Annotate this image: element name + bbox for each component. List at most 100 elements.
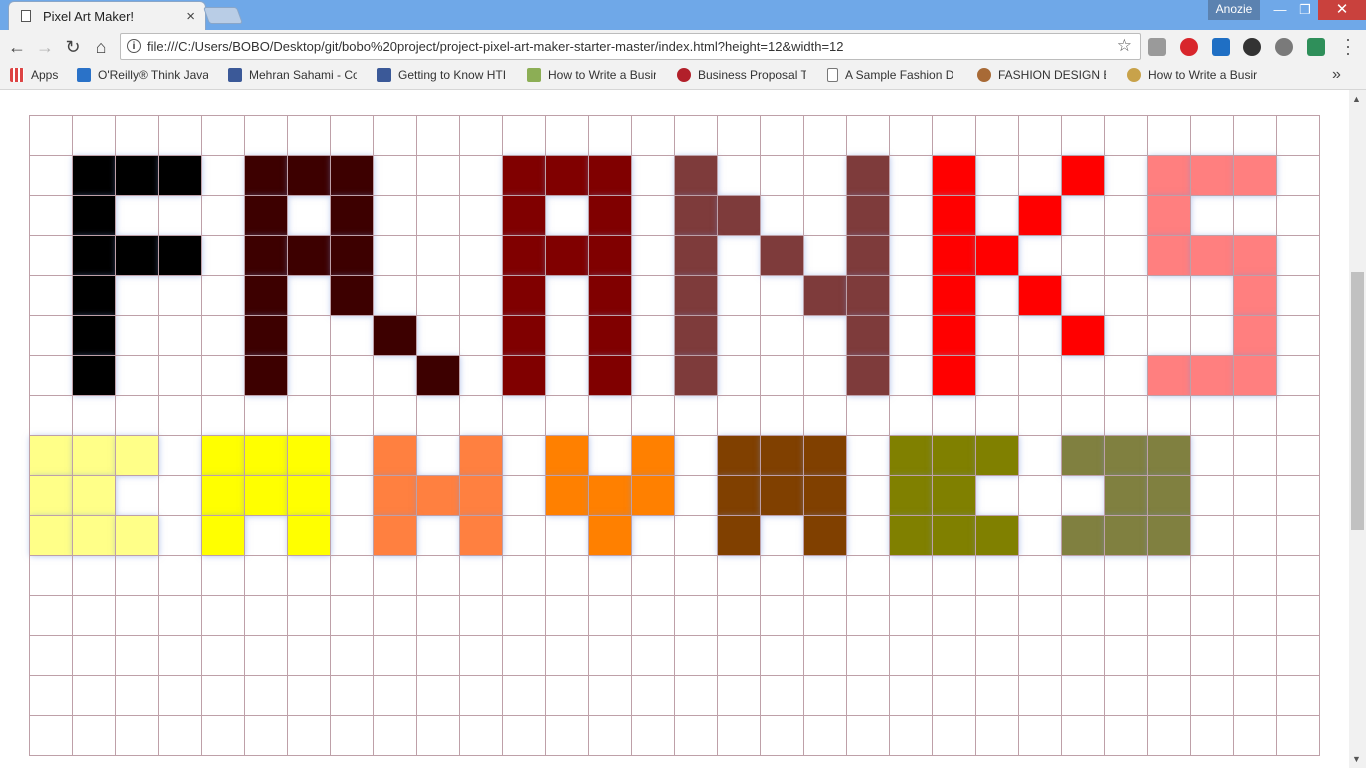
pixel-cell[interactable] — [674, 195, 718, 236]
pixel-cell[interactable] — [1276, 155, 1320, 196]
pixel-cell[interactable] — [975, 675, 1019, 716]
pixel-cell[interactable] — [244, 155, 288, 196]
pixel-cell[interactable] — [1233, 115, 1277, 156]
pixel-cell[interactable] — [1104, 275, 1148, 316]
pixel-cell[interactable] — [674, 675, 718, 716]
pixel-cell[interactable] — [459, 275, 503, 316]
pixel-cell[interactable] — [1147, 435, 1191, 476]
pixel-cell[interactable] — [846, 635, 890, 676]
pixel-cell[interactable] — [201, 595, 245, 636]
pixel-cell[interactable] — [287, 155, 331, 196]
pixel-cell[interactable] — [846, 395, 890, 436]
pixel-cell[interactable] — [330, 235, 374, 276]
pixel-cell[interactable] — [1190, 635, 1234, 676]
pixel-cell[interactable] — [416, 475, 460, 516]
pixel-cell[interactable] — [1276, 195, 1320, 236]
pixel-cell[interactable] — [975, 395, 1019, 436]
pixel-cell[interactable] — [1104, 115, 1148, 156]
pixel-cell[interactable] — [72, 355, 116, 396]
pixel-cell[interactable] — [1104, 555, 1148, 596]
tab-pixel-art-maker[interactable]: Pixel Art Maker! × — [8, 1, 206, 30]
pixel-cell[interactable] — [244, 435, 288, 476]
forward-button[interactable]: → — [33, 35, 57, 59]
pixel-cell[interactable] — [717, 635, 761, 676]
pixel-cell[interactable] — [459, 235, 503, 276]
zoom-extension-icon[interactable] — [1243, 38, 1261, 56]
pixel-cell[interactable] — [1233, 515, 1277, 556]
pixel-cell[interactable] — [1190, 435, 1234, 476]
pixel-cell[interactable] — [760, 155, 804, 196]
home-button[interactable]: ⌂ — [89, 35, 113, 59]
pixel-cell[interactable] — [588, 715, 632, 756]
pixel-cell[interactable] — [287, 195, 331, 236]
pixel-cell[interactable] — [760, 515, 804, 556]
pixel-cell[interactable] — [760, 355, 804, 396]
pixel-cell[interactable] — [803, 715, 847, 756]
pixel-cell[interactable] — [760, 275, 804, 316]
pixel-cell[interactable] — [287, 435, 331, 476]
pixel-cell[interactable] — [330, 635, 374, 676]
pixel-cell[interactable] — [588, 355, 632, 396]
pixel-cell[interactable] — [416, 155, 460, 196]
pixel-cell[interactable] — [1147, 315, 1191, 356]
pixel-cell[interactable] — [846, 715, 890, 756]
pixel-cell[interactable] — [1276, 475, 1320, 516]
pixel-cell[interactable] — [158, 475, 202, 516]
bookmark-getting-to-know[interactable]: Getting to Know HTI — [377, 68, 506, 84]
s-extension-icon[interactable] — [1212, 38, 1230, 56]
pixel-cell[interactable] — [846, 515, 890, 556]
pixel-cell[interactable] — [717, 115, 761, 156]
pixel-cell[interactable] — [1018, 235, 1062, 276]
pixel-cell[interactable] — [1190, 715, 1234, 756]
pixel-cell[interactable] — [330, 155, 374, 196]
pixel-cell[interactable] — [975, 315, 1019, 356]
pixel-cell[interactable] — [1190, 315, 1234, 356]
pixel-cell[interactable] — [72, 475, 116, 516]
pixel-cell[interactable] — [588, 155, 632, 196]
pixel-cell[interactable] — [244, 115, 288, 156]
pixel-cell[interactable] — [373, 235, 417, 276]
pixel-cell[interactable] — [115, 355, 159, 396]
pixel-cell[interactable] — [717, 235, 761, 276]
pixel-cell[interactable] — [975, 155, 1019, 196]
pixel-cell[interactable] — [244, 275, 288, 316]
pixel-cell[interactable] — [1147, 115, 1191, 156]
pixel-cell[interactable] — [975, 515, 1019, 556]
pixel-cell[interactable] — [674, 395, 718, 436]
pixel-cell[interactable] — [29, 635, 73, 676]
pixel-cell[interactable] — [1061, 155, 1105, 196]
pixel-cell[interactable] — [760, 595, 804, 636]
pixel-cell[interactable] — [631, 715, 675, 756]
pixel-cell[interactable] — [115, 275, 159, 316]
pixel-cell[interactable] — [975, 635, 1019, 676]
pixel-cell[interactable] — [1233, 155, 1277, 196]
pixel-cell[interactable] — [803, 275, 847, 316]
pixel-cell[interactable] — [158, 155, 202, 196]
pixel-cell[interactable] — [588, 675, 632, 716]
pixel-cell[interactable] — [803, 435, 847, 476]
pixel-cell[interactable] — [1104, 195, 1148, 236]
pixel-cell[interactable] — [1233, 635, 1277, 676]
pixel-cell[interactable] — [115, 635, 159, 676]
pixel-cell[interactable] — [201, 435, 245, 476]
pixel-cell[interactable] — [846, 475, 890, 516]
pixel-cell[interactable] — [803, 235, 847, 276]
pixel-cell[interactable] — [1061, 115, 1105, 156]
pixel-cell[interactable] — [1233, 355, 1277, 396]
pixel-cell[interactable] — [975, 555, 1019, 596]
pixel-cell[interactable] — [72, 635, 116, 676]
mail-extension-icon[interactable] — [1148, 38, 1166, 56]
pixel-cell[interactable] — [1061, 195, 1105, 236]
pixel-cell[interactable] — [717, 355, 761, 396]
pixel-cell[interactable] — [1018, 635, 1062, 676]
pixel-cell[interactable] — [1104, 675, 1148, 716]
pixel-cell[interactable] — [846, 315, 890, 356]
pixel-cell[interactable] — [502, 275, 546, 316]
pixel-cell[interactable] — [803, 675, 847, 716]
pixel-cell[interactable] — [287, 115, 331, 156]
pixel-cell[interactable] — [1233, 235, 1277, 276]
vertical-scrollbar[interactable]: ▲ ▼ — [1349, 90, 1366, 768]
pixel-cell[interactable] — [588, 115, 632, 156]
bookmark-oreilly[interactable]: O'Reilly® Think Java — [77, 68, 208, 84]
pixel-cell[interactable] — [502, 435, 546, 476]
